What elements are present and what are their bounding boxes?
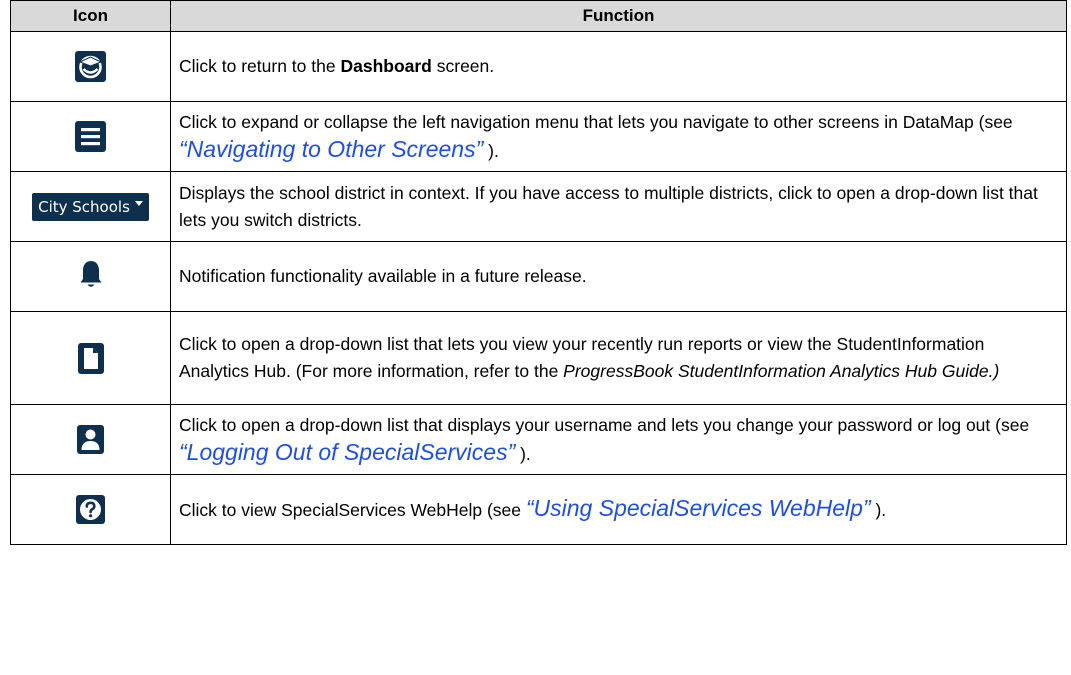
district-dropdown: City Schools — [32, 192, 149, 221]
icon-function-table: Icon Function Click to return to the Das… — [10, 0, 1067, 545]
row-description: Displays the school district in context.… — [170, 171, 1067, 242]
table-row: Click to return to the Dashboard screen. — [10, 31, 1067, 102]
webhelp-link[interactable]: “Using SpecialServices WebHelp” — [526, 495, 871, 521]
hamburger-menu-icon — [75, 121, 106, 152]
caret-down-icon — [134, 200, 143, 206]
table-row: Click to expand or collapse the left nav… — [10, 101, 1067, 172]
table-row: Notification functionality available in … — [10, 241, 1067, 312]
guide-title: ProgressBook StudentInformation Analytic… — [563, 361, 1000, 381]
row-description: Click to expand or collapse the left nav… — [170, 101, 1067, 172]
user-icon — [77, 425, 104, 454]
navigating-link[interactable]: “Navigating to Other Screens” — [179, 136, 483, 162]
dashboard-term: Dashboard — [340, 56, 432, 76]
table-header-row: Icon Function — [10, 0, 1067, 32]
table-row: Click to open a drop-down list that lets… — [10, 311, 1067, 405]
help-question-icon — [76, 495, 105, 524]
row-description: Click to open a drop-down list that disp… — [170, 404, 1067, 475]
table-row: City Schools Displays the school distric… — [10, 171, 1067, 242]
document-icon — [77, 342, 104, 374]
table-row: Click to view SpecialServices WebHelp (s… — [10, 474, 1067, 545]
row-description: Click to view SpecialServices WebHelp (s… — [170, 474, 1067, 545]
bell-icon — [79, 259, 103, 295]
row-description: Notification functionality available in … — [170, 241, 1067, 312]
logging-out-link[interactable]: “Logging Out of SpecialServices” — [179, 439, 515, 465]
row-description: Click to return to the Dashboard screen. — [170, 31, 1067, 102]
row-description: Click to open a drop-down list that lets… — [170, 311, 1067, 405]
dashboard-logo-icon — [75, 51, 106, 82]
table-row: Click to open a drop-down list that disp… — [10, 404, 1067, 475]
icon-column-header: Icon — [10, 0, 171, 32]
function-column-header: Function — [170, 0, 1067, 32]
